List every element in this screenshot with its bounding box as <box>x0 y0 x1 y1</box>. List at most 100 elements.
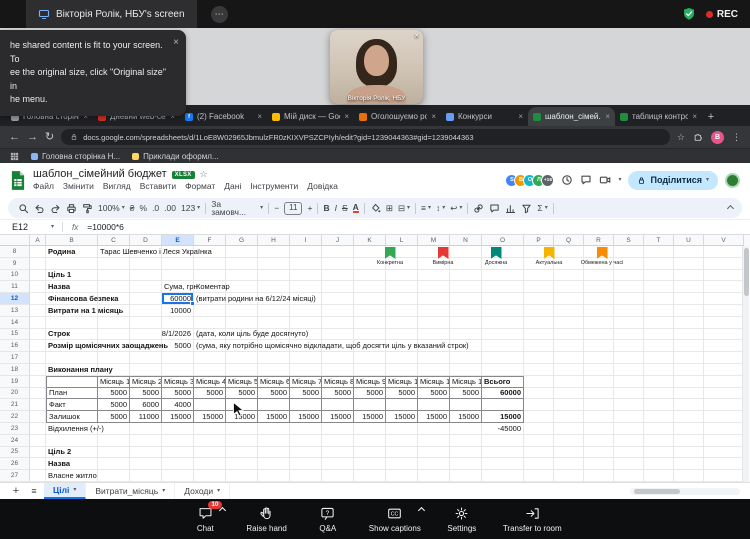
more-formats-button[interactable]: 123▾ <box>181 204 200 213</box>
reload-icon[interactable]: ↻ <box>45 132 54 143</box>
cell[interactable] <box>704 411 744 423</box>
cell[interactable] <box>258 447 290 459</box>
cell[interactable] <box>226 317 258 329</box>
cell[interactable] <box>704 364 744 376</box>
cell[interactable] <box>704 399 744 411</box>
font-size-decrease-button[interactable]: − <box>274 204 279 213</box>
cell[interactable] <box>614 352 644 364</box>
cell[interactable] <box>98 258 130 270</box>
cell[interactable] <box>482 317 524 329</box>
cell[interactable] <box>644 329 674 341</box>
sheets-logo-icon[interactable] <box>10 170 26 191</box>
cell[interactable] <box>162 317 194 329</box>
cell-F12[interactable]: (витрати родини на 6/12/24 місяці) <box>194 293 226 305</box>
cell-G20[interactable]: 5000 <box>226 388 258 400</box>
cell[interactable] <box>614 435 644 447</box>
row-header-8[interactable]: 8 <box>0 246 30 258</box>
star-icon[interactable]: ☆ <box>200 170 208 179</box>
cell-J20[interactable]: 5000 <box>322 388 354 400</box>
cell[interactable] <box>290 246 322 258</box>
cell-N20[interactable]: 5000 <box>450 388 482 400</box>
cell[interactable] <box>674 458 704 470</box>
collaborator-avatar[interactable]: +16 <box>541 174 554 187</box>
shared-screen-tab[interactable]: Вікторія Ролік, НБУ's screen <box>26 0 197 28</box>
cell[interactable] <box>194 258 226 270</box>
cell[interactable] <box>418 447 450 459</box>
cell[interactable] <box>322 281 354 293</box>
cell[interactable] <box>98 281 130 293</box>
cell[interactable] <box>258 281 290 293</box>
cell-B27[interactable]: Власне житло <box>46 470 98 482</box>
cell-K20[interactable]: 5000 <box>354 388 386 400</box>
cell[interactable] <box>226 305 258 317</box>
cell[interactable] <box>614 470 644 482</box>
cell[interactable] <box>524 293 554 305</box>
cell[interactable] <box>386 270 418 282</box>
browser-tab[interactable]: шаблон_сімей...× <box>528 107 615 126</box>
cell[interactable] <box>130 447 162 459</box>
cell[interactable] <box>46 258 98 270</box>
cell-F22[interactable]: 15000 <box>194 411 226 423</box>
row-header-11[interactable]: 11 <box>0 281 30 293</box>
cell[interactable] <box>644 399 674 411</box>
cell-I22[interactable]: 15000 <box>290 411 322 423</box>
cell[interactable] <box>584 411 614 423</box>
column-header-K[interactable]: K <box>354 235 386 246</box>
column-header-E[interactable]: E <box>162 235 194 246</box>
column-header-P[interactable]: P <box>524 235 554 246</box>
cell[interactable] <box>162 447 194 459</box>
cell[interactable] <box>554 435 584 447</box>
browser-tab[interactable]: Конкурси× <box>441 107 528 126</box>
cell[interactable] <box>450 270 482 282</box>
cell[interactable] <box>482 458 524 470</box>
cell-N22[interactable]: 15000 <box>450 411 482 423</box>
cell-B22[interactable]: Залишок <box>46 411 98 423</box>
print-button[interactable] <box>66 203 77 214</box>
cell[interactable] <box>704 352 744 364</box>
cell[interactable] <box>482 399 524 411</box>
cell[interactable] <box>30 470 46 482</box>
tab-close-icon[interactable]: × <box>692 112 697 121</box>
cell[interactable] <box>130 305 162 317</box>
cell[interactable] <box>644 423 674 435</box>
strikethrough-button[interactable]: S <box>342 204 348 213</box>
chat-button[interactable]: 10Chat <box>188 506 222 533</box>
cell[interactable] <box>354 305 386 317</box>
text-wrap-button[interactable]: ↩▾ <box>450 204 462 213</box>
cell[interactable] <box>30 435 46 447</box>
cell[interactable] <box>386 435 418 447</box>
cell[interactable] <box>194 364 226 376</box>
cell[interactable] <box>482 329 524 341</box>
cell[interactable] <box>194 435 226 447</box>
cell[interactable] <box>584 458 614 470</box>
cell[interactable] <box>704 435 744 447</box>
cell[interactable] <box>130 258 162 270</box>
cell[interactable] <box>386 470 418 482</box>
cell[interactable] <box>30 399 46 411</box>
cell-D20[interactable]: 5000 <box>130 388 162 400</box>
column-header-T[interactable]: T <box>644 235 674 246</box>
cell[interactable] <box>130 470 162 482</box>
cell[interactable] <box>450 305 482 317</box>
cell[interactable] <box>386 364 418 376</box>
cell[interactable] <box>524 305 554 317</box>
close-icon[interactable]: × <box>414 31 419 40</box>
cell[interactable] <box>30 258 46 270</box>
cell[interactable] <box>584 293 614 305</box>
cell[interactable] <box>418 317 450 329</box>
cell[interactable] <box>482 352 524 364</box>
cell-H20[interactable]: 5000 <box>258 388 290 400</box>
cell[interactable] <box>322 352 354 364</box>
cell[interactable] <box>322 329 354 341</box>
cell[interactable] <box>194 305 226 317</box>
cell[interactable] <box>194 423 226 435</box>
menu-Інструменти[interactable]: Інструменти <box>250 182 298 191</box>
cell[interactable] <box>98 352 130 364</box>
cell-D21[interactable]: 6000 <box>130 399 162 411</box>
cell[interactable] <box>258 270 290 282</box>
cell[interactable] <box>674 281 704 293</box>
cell[interactable] <box>584 270 614 282</box>
name-box[interactable]: E12 ▾ <box>0 222 62 232</box>
cell[interactable] <box>614 388 644 400</box>
cell[interactable] <box>674 329 704 341</box>
